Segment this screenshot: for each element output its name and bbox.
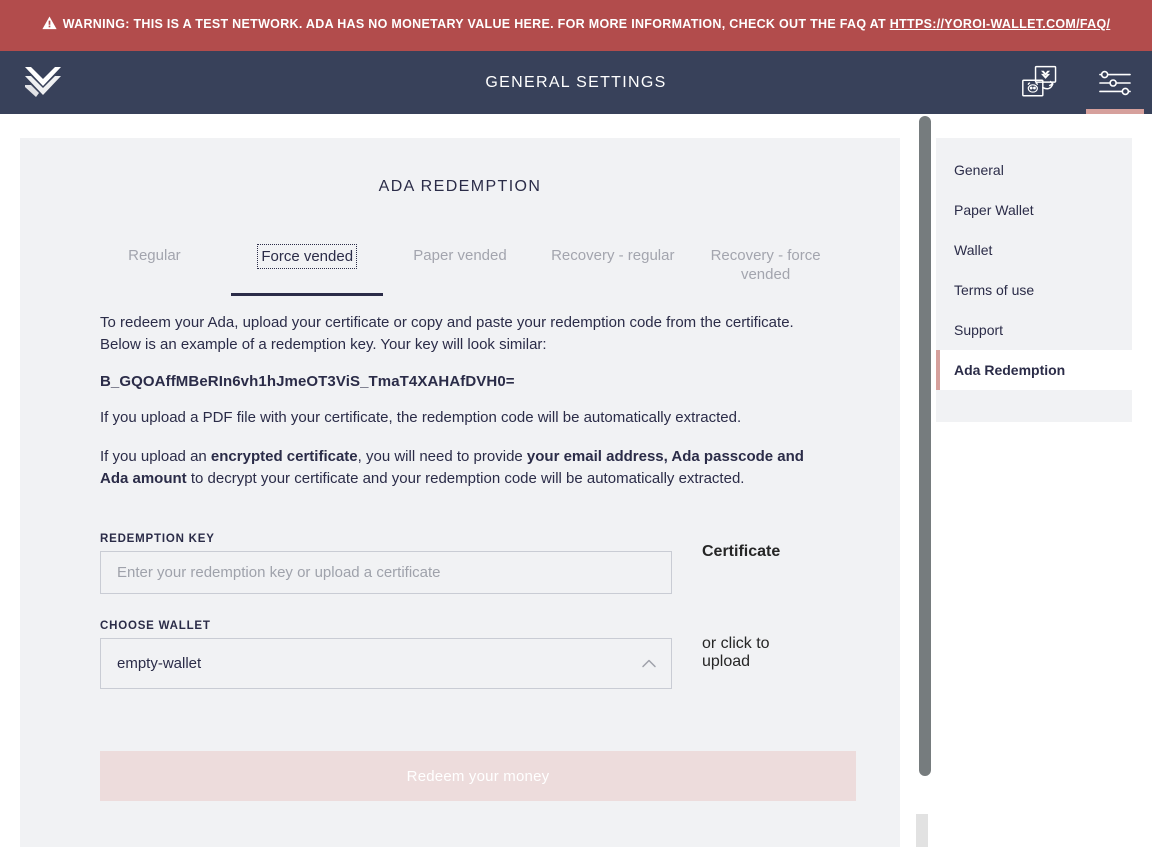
menu-top-spacer (936, 138, 1132, 150)
card-title: ADA REDEMPTION (378, 178, 542, 195)
ada-redemption-card: ADA REDEMPTION Regular Force vended Pape… (20, 138, 900, 847)
warning-message: WARNING: THIS IS A TEST NETWORK. ADA HAS… (62, 17, 890, 31)
instruction-paragraph-1: To redeem your Ada, upload your certific… (100, 314, 794, 353)
settings-menu: General Paper Wallet Wallet Terms of use… (936, 138, 1132, 422)
page-body: ADA REDEMPTION Regular Force vended Pape… (0, 114, 1152, 847)
faq-link[interactable]: HTTPS://YOROI-WALLET.COM/FAQ/ (890, 17, 1111, 31)
page-title: GENERAL SETTINGS (485, 73, 667, 91)
tab-paper-vended[interactable]: Paper vended (384, 240, 537, 288)
redemption-form: REDEMPTION KEY CHOOSE WALLET empty-walle… (100, 533, 820, 689)
p3-bold-1: encrypted certificate (210, 448, 358, 465)
wallet-transfer-icon[interactable] (1004, 51, 1078, 114)
redemption-type-tabs: Regular Force vended Paper vended Recove… (20, 240, 900, 290)
choose-wallet-select[interactable]: empty-wallet (100, 638, 672, 689)
sidebar-item-label: Support (954, 322, 1004, 338)
instructions-area: To redeem your Ada, upload your certific… (20, 312, 900, 801)
sidebar-item-general[interactable]: General (936, 150, 1132, 190)
test-network-warning-banner: WARNING: THIS IS A TEST NETWORK. ADA HAS… (0, 0, 1152, 51)
tab-force-vended[interactable]: Force vended (231, 240, 384, 288)
example-redemption-key: B_GQOAffMBeRIn6vh1hJmeOT3ViS_TmaT4XAHAfD… (100, 373, 515, 390)
content-scroll-area: ADA REDEMPTION Regular Force vended Pape… (0, 114, 936, 847)
topbar-actions (1004, 51, 1152, 114)
sidebar-item-support[interactable]: Support (936, 310, 1132, 350)
tab-regular[interactable]: Regular (78, 240, 231, 288)
tab-recovery-force-vended[interactable]: Recovery - force vended (689, 240, 842, 290)
sidebar-item-terms-of-use[interactable]: Terms of use (936, 270, 1132, 310)
settings-sliders-icon[interactable] (1078, 51, 1152, 114)
certificate-upload-text[interactable]: or click to upload (702, 635, 820, 671)
tab-label: Regular (128, 247, 181, 264)
tab-label: Paper vended (413, 247, 507, 264)
sidebar-item-wallet[interactable]: Wallet (936, 230, 1132, 270)
tab-label: Recovery - regular (551, 247, 675, 264)
warning-text-wrap: WARNING: THIS IS A TEST NETWORK. ADA HAS… (42, 14, 1111, 37)
p3-part-3: to decrypt your certificate and your red… (186, 470, 745, 487)
sidebar-item-label: Ada Redemption (954, 362, 1066, 378)
sidebar-item-label: Terms of use (954, 282, 1035, 298)
redemption-key-input[interactable] (100, 551, 672, 594)
warning-triangle-icon (42, 16, 57, 37)
submit-area: Redeem your money (100, 689, 856, 801)
sidebar-item-label: General (954, 162, 1004, 178)
certificate-upload-column[interactable]: Certificate or click to upload (672, 533, 820, 671)
tab-label: Recovery - force vended (710, 247, 821, 283)
app-topbar: GENERAL SETTINGS (0, 51, 1152, 114)
choose-wallet-value: empty-wallet (117, 655, 202, 672)
tab-recovery-regular[interactable]: Recovery - regular (536, 240, 689, 288)
tab-label: Force vended (257, 244, 358, 269)
menu-bottom-spacer (936, 390, 1132, 422)
content-scrollbar-thumb[interactable] (919, 116, 931, 776)
settings-sidebar: General Paper Wallet Wallet Terms of use… (936, 114, 1152, 847)
form-fields-column: REDEMPTION KEY CHOOSE WALLET empty-walle… (100, 533, 672, 689)
scrollbar-trough (916, 814, 928, 847)
certificate-title: Certificate (702, 543, 781, 560)
p3-part-1: If you upload an (100, 448, 211, 465)
sidebar-item-ada-redemption[interactable]: Ada Redemption (936, 350, 1132, 390)
instruction-paragraph-3: If you upload an encrypted certificate, … (100, 446, 820, 490)
chevron-up-icon (641, 655, 657, 672)
choose-wallet-label: CHOOSE WALLET (100, 620, 211, 632)
redemption-key-label: REDEMPTION KEY (100, 533, 215, 545)
sidebar-item-label: Paper Wallet (954, 202, 1034, 218)
instruction-paragraph-2: If you upload a PDF file with your certi… (100, 409, 742, 426)
p3-part-2: , you will need to provide (357, 448, 527, 465)
sidebar-item-paper-wallet[interactable]: Paper Wallet (936, 190, 1132, 230)
redeem-money-button[interactable]: Redeem your money (100, 751, 856, 801)
sidebar-item-label: Wallet (954, 242, 993, 258)
